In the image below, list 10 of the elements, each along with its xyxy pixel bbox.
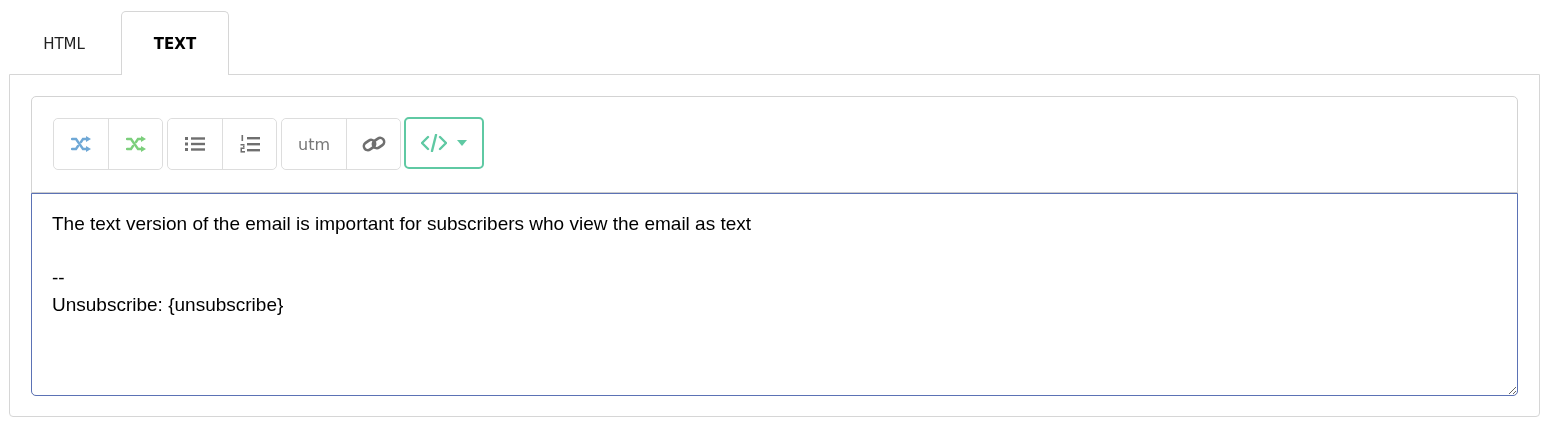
code-icon — [421, 134, 447, 152]
tab[interactable]: TEXT — [121, 11, 229, 75]
numbered-list-button[interactable] — [222, 119, 276, 169]
link-icon — [361, 134, 386, 154]
link-button[interactable] — [346, 119, 400, 169]
tab[interactable]: HTML — [10, 11, 118, 75]
caret-icon — [457, 140, 467, 146]
text-area[interactable]: The text version of the email is important for subscribers who view the email as text -- Unsubscribe: {unsubscribe} — [31, 193, 1518, 396]
bullet-list-icon — [185, 136, 205, 152]
numbered-list-icon — [239, 135, 260, 153]
